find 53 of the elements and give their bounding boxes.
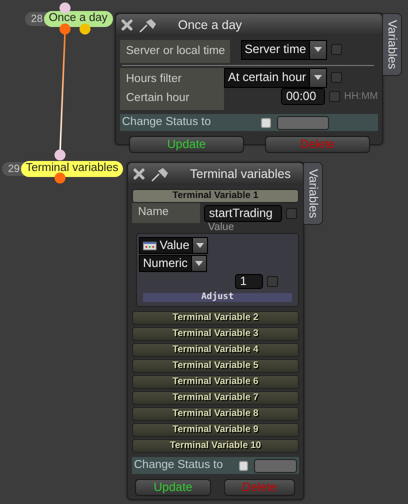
panel-title: Terminal variables bbox=[190, 166, 291, 182]
dropdown[interactable]: Server time bbox=[240, 40, 327, 60]
field-label: Hours filter bbox=[126, 72, 183, 87]
change-status-label: Change Status to bbox=[134, 458, 223, 472]
variable-section-header[interactable]: Terminal Variable 9 bbox=[132, 423, 299, 437]
variable-section-header[interactable]: Terminal Variable 10 bbox=[132, 439, 299, 453]
time-field[interactable]: 00:00 bbox=[281, 88, 326, 105]
dropdown[interactable]: Numeric bbox=[139, 255, 207, 272]
close-icon bbox=[120, 18, 134, 32]
variable-section-header[interactable]: Terminal Variable 2 bbox=[132, 311, 299, 325]
close-icon bbox=[132, 167, 146, 181]
port-dot bbox=[59, 2, 71, 14]
change-status-label: Change Status to bbox=[122, 116, 211, 130]
status-checkbox[interactable] bbox=[260, 118, 271, 128]
port-dot bbox=[79, 23, 91, 35]
value-caption: Value bbox=[208, 221, 234, 233]
node-label[interactable]: Terminal variables bbox=[20, 161, 124, 177]
field-label: Certain hour bbox=[126, 91, 190, 106]
panel-title: Once a day bbox=[178, 18, 242, 32]
name-field[interactable]: startTrading bbox=[204, 204, 282, 222]
variable-section-header[interactable]: Terminal Variable 5 bbox=[132, 359, 299, 373]
status-field[interactable] bbox=[254, 458, 297, 472]
update-button[interactable]: Update bbox=[135, 479, 211, 496]
option-checkbox[interactable] bbox=[331, 72, 342, 83]
dropdown[interactable]: At certain hour bbox=[224, 68, 327, 88]
time-format-hint: HH:MM bbox=[344, 90, 378, 102]
variable-section-header[interactable]: Terminal Variable 1 bbox=[132, 189, 299, 203]
port-dot bbox=[59, 23, 71, 35]
variable-section-header[interactable]: Terminal Variable 3 bbox=[132, 327, 299, 341]
option-checkbox[interactable] bbox=[286, 208, 297, 218]
node-number: 29 bbox=[2, 162, 24, 176]
field-label: Name bbox=[138, 205, 170, 220]
option-checkbox[interactable] bbox=[331, 44, 342, 55]
variable-section-header[interactable]: Terminal Variable 4 bbox=[132, 343, 299, 357]
option-checkbox[interactable] bbox=[267, 276, 278, 287]
variables-tab[interactable]: Variables bbox=[303, 162, 324, 226]
option-checkbox[interactable] bbox=[329, 91, 340, 102]
table-icon bbox=[143, 240, 157, 250]
field-label: Server or local time bbox=[126, 44, 224, 59]
port-dot bbox=[54, 172, 66, 184]
variable-section-header[interactable]: Terminal Variable 8 bbox=[132, 407, 299, 421]
status-checkbox[interactable] bbox=[238, 460, 248, 470]
variable-section-header[interactable]: Terminal Variable 7 bbox=[132, 391, 299, 405]
node-number: 28 bbox=[25, 12, 47, 26]
node-label[interactable]: Once a day bbox=[44, 11, 113, 27]
variable-section-header[interactable]: Terminal Variable 6 bbox=[132, 375, 299, 389]
port-dot bbox=[54, 149, 66, 161]
variables-tab[interactable]: Variables bbox=[382, 13, 402, 76]
update-button[interactable]: Update bbox=[129, 136, 244, 153]
dropdown[interactable]: Value bbox=[139, 237, 208, 254]
adjust-bar[interactable]: Adjust bbox=[143, 293, 292, 302]
value-field[interactable]: 1 bbox=[235, 274, 263, 289]
status-field[interactable] bbox=[276, 116, 329, 130]
